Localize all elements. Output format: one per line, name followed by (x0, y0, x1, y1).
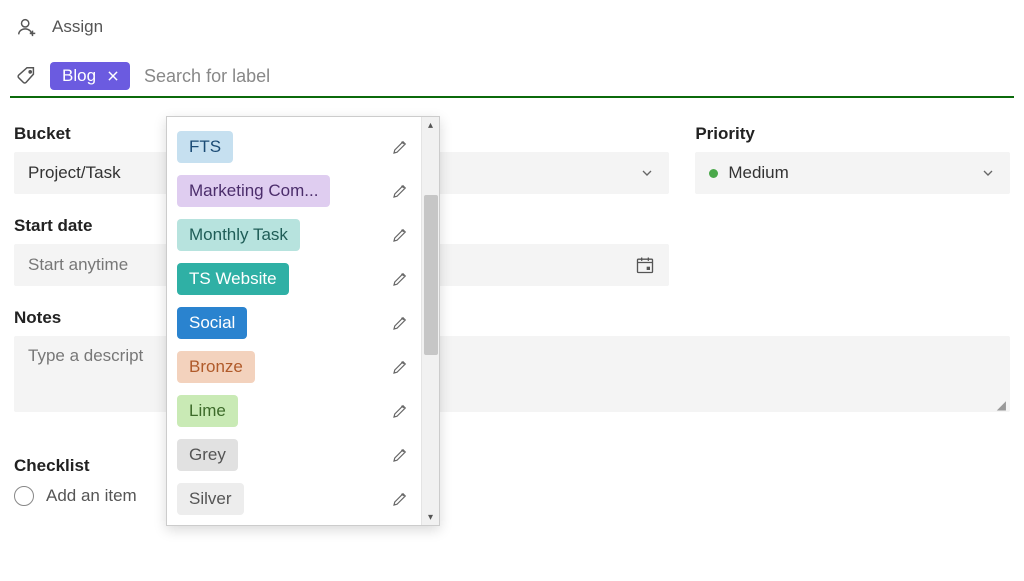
label-pill: Silver (177, 483, 244, 515)
label-option[interactable]: Marketing Com... (177, 169, 413, 213)
chevron-down-icon (639, 165, 655, 181)
bucket-value: Project/Task (28, 163, 121, 183)
radio-empty-icon[interactable] (14, 486, 34, 506)
pencil-icon[interactable] (391, 270, 409, 288)
pencil-icon[interactable] (391, 138, 409, 156)
label-pill: TS Website (177, 263, 289, 295)
notes-label: Notes (14, 308, 1010, 328)
scrollbar[interactable]: ▴ ▾ (421, 117, 439, 525)
label-row: Blog (10, 56, 1014, 98)
priority-spacer (695, 216, 1010, 286)
pencil-icon[interactable] (391, 182, 409, 200)
pencil-icon[interactable] (391, 314, 409, 332)
label-pill: Grey (177, 439, 238, 471)
assign-row[interactable]: Assign (10, 16, 1014, 56)
notes-field: Notes Type a descript ◢ (14, 308, 1010, 412)
remove-label-icon[interactable] (106, 69, 120, 83)
label-pill: Monthly Task (177, 219, 300, 251)
priority-field: Priority Medium (695, 124, 1010, 194)
scroll-thumb[interactable] (424, 195, 438, 355)
pencil-icon[interactable] (391, 446, 409, 464)
label-chip-blog[interactable]: Blog (50, 62, 130, 90)
label-pill: Marketing Com... (177, 175, 330, 207)
label-option[interactable]: Lime (177, 389, 413, 433)
tag-icon (16, 65, 38, 87)
start-date-placeholder: Start anytime (28, 255, 128, 275)
label-pill: Lime (177, 395, 238, 427)
priority-dot-icon (709, 169, 718, 178)
scroll-up-icon[interactable]: ▴ (422, 117, 439, 133)
person-add-icon (16, 16, 38, 38)
checklist-add-text: Add an item (46, 486, 137, 506)
label-option[interactable]: Silver (177, 477, 413, 521)
label-dropdown[interactable]: FTS Marketing Com... Monthly Task TS Websit… (166, 116, 440, 526)
label-option[interactable]: Social (177, 301, 413, 345)
chevron-down-icon (980, 165, 996, 181)
calendar-icon[interactable] (635, 255, 655, 275)
label-pill: Bronze (177, 351, 255, 383)
notes-textarea[interactable]: Type a descript ◢ (14, 336, 1010, 412)
label-option[interactable]: Monthly Task (177, 213, 413, 257)
checklist-section: Checklist Add an item (14, 456, 1010, 506)
priority-label: Priority (695, 124, 1010, 144)
label-option[interactable]: Grey (177, 433, 413, 477)
checklist-label: Checklist (14, 456, 1010, 476)
pencil-icon[interactable] (391, 358, 409, 376)
priority-value: Medium (728, 163, 788, 183)
pencil-icon[interactable] (391, 226, 409, 244)
notes-placeholder: Type a descript (28, 346, 143, 366)
label-pill: Social (177, 307, 247, 339)
label-chip-text: Blog (62, 66, 96, 86)
label-option[interactable]: Bronze (177, 345, 413, 389)
assign-label: Assign (52, 17, 103, 37)
pencil-icon[interactable] (391, 402, 409, 420)
label-search-input[interactable] (142, 65, 1014, 88)
task-form-grid: Bucket Project/Task Progress tarted Prio… (10, 124, 1014, 506)
resize-handle-icon[interactable]: ◢ (997, 402, 1006, 408)
priority-select[interactable]: Medium (695, 152, 1010, 194)
label-option[interactable]: FTS (177, 125, 413, 169)
label-option[interactable]: TS Website (177, 257, 413, 301)
priority-value-wrapper: Medium (709, 163, 788, 183)
scroll-down-icon[interactable]: ▾ (422, 509, 439, 525)
pencil-icon[interactable] (391, 490, 409, 508)
label-dropdown-list: FTS Marketing Com... Monthly Task TS Websit… (167, 117, 421, 525)
checklist-add-item[interactable]: Add an item (14, 486, 1010, 506)
label-pill: FTS (177, 131, 233, 163)
